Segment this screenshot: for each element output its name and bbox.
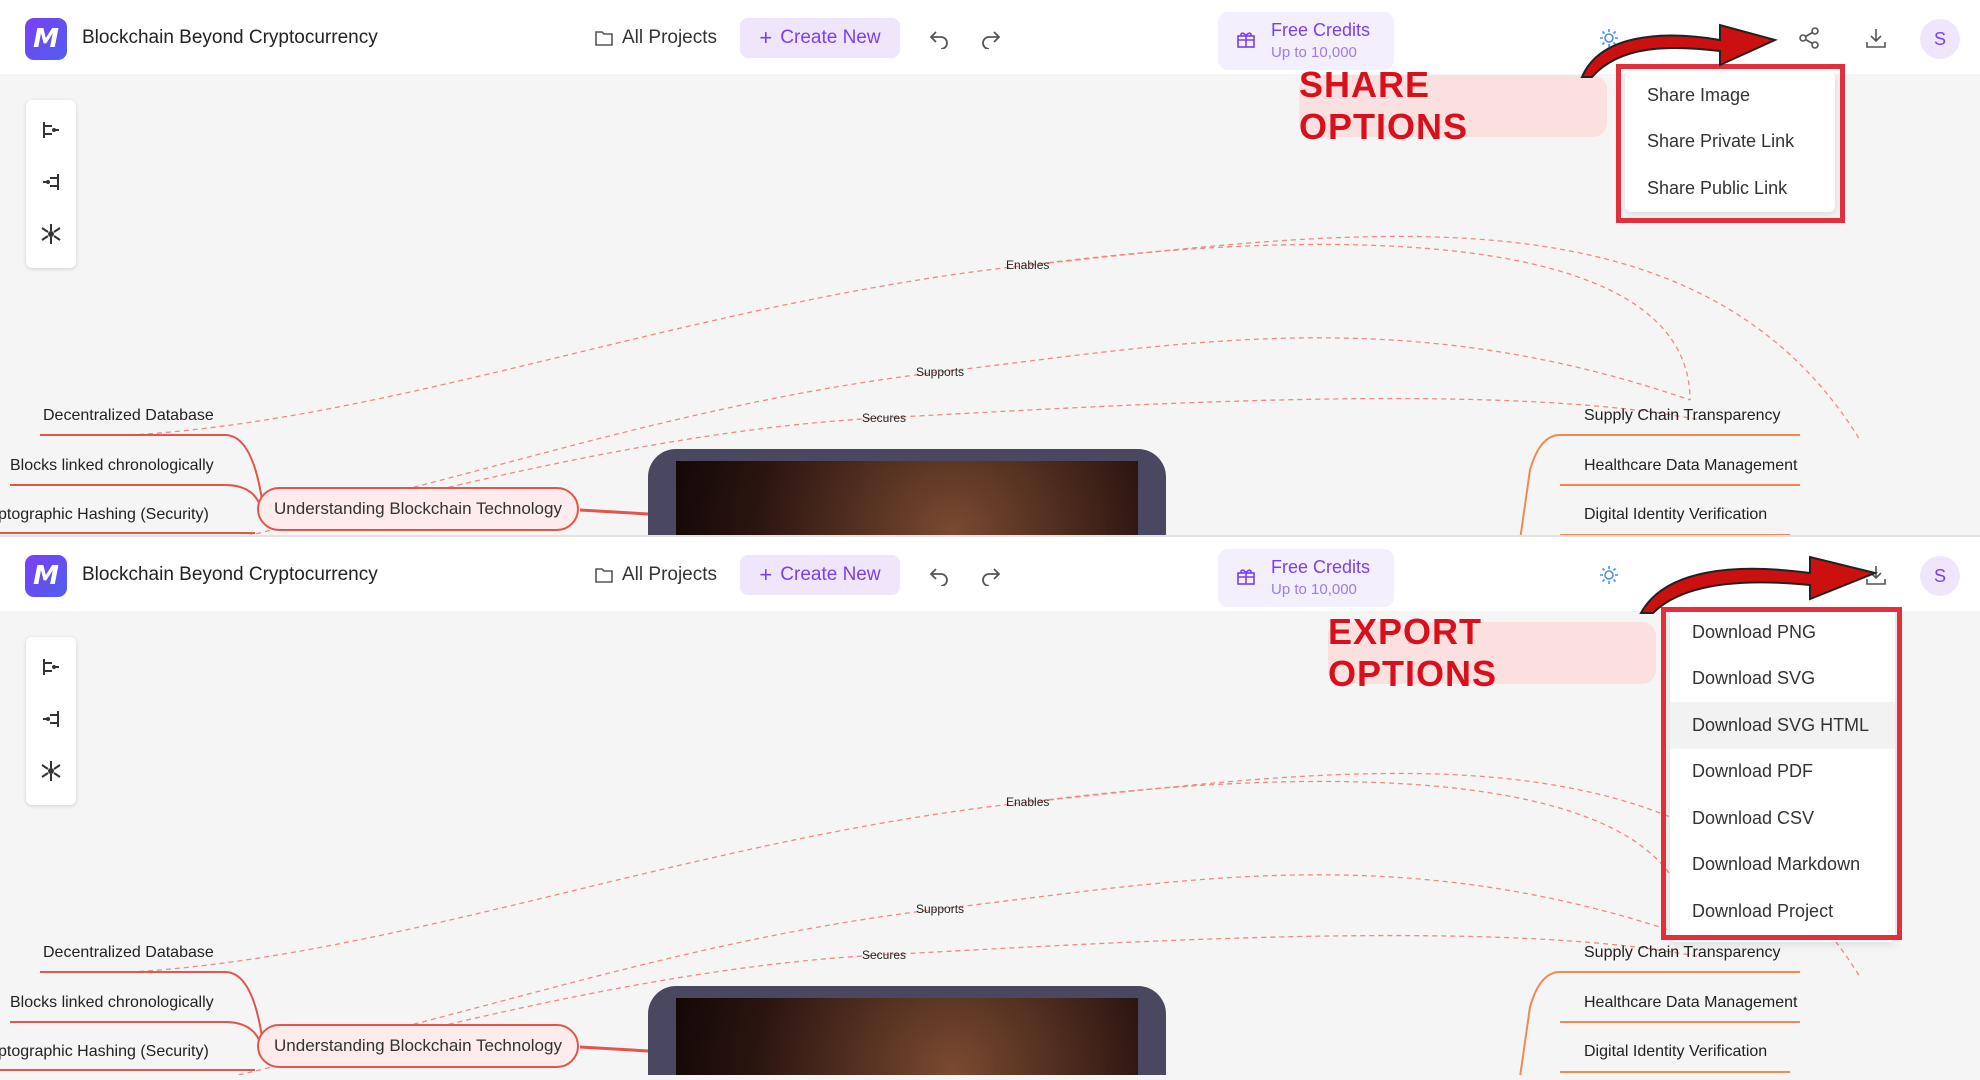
folder-icon [595, 31, 613, 46]
share-arrow-icon [1580, 23, 1778, 78]
download-icon [1866, 29, 1886, 48]
all-projects-label-2: All Projects [622, 564, 718, 585]
undo-icon [929, 568, 948, 586]
free-credits-button[interactable]: Free Credits Up to 10,000 [1218, 12, 1394, 70]
free-credits-label: Free Credits [1271, 20, 1371, 40]
edge-label-enables-2: Enables [1006, 795, 1049, 809]
theme-button-2[interactable] [1595, 561, 1623, 589]
central-node-2[interactable]: Understanding Blockchain Technology [257, 1024, 579, 1068]
all-projects-button-2[interactable]: All Projects [594, 564, 717, 586]
node-cryptographic-hashing[interactable]: ptographic Hashing (Security) [0, 506, 209, 523]
user-avatar[interactable]: S [1920, 19, 1960, 59]
free-credits-button-2[interactable]: Free Credits Up to 10,000 [1218, 549, 1394, 607]
central-image-card [648, 449, 1166, 540]
layout-left-icon[interactable] [39, 170, 63, 194]
credits-sub-label: Up to 10,000 [1271, 44, 1357, 61]
node-digital-identity-2[interactable]: Digital Identity Verification [1584, 1043, 1767, 1060]
edge-supply [1029, 243, 1691, 401]
create-new-button-2[interactable]: + Create New [740, 555, 900, 595]
redo-button[interactable] [977, 24, 1005, 52]
bitcoin-photo [676, 461, 1138, 540]
project-title-2[interactable]: Blockchain Beyond Cryptocurrency [82, 564, 378, 586]
share-icon [1799, 27, 1819, 49]
plus-icon: + [759, 562, 773, 587]
undo-button-2[interactable] [925, 561, 953, 589]
gift-icon [1237, 569, 1255, 585]
app-logo-2[interactable]: M [25, 555, 67, 597]
share-screenshot-pane: Enables Supports Secures Decentralized D… [0, 0, 1980, 540]
bitcoin-photo-2 [676, 998, 1138, 1075]
plus-icon: + [759, 25, 773, 50]
edge-label-enables: Enables [1006, 258, 1049, 272]
node-supply-chain-2[interactable]: Supply Chain Transparency [1584, 944, 1781, 961]
layout-radial-icon[interactable] [39, 222, 63, 246]
share-highlight-box [1616, 64, 1845, 223]
layout-tool-panel [26, 100, 76, 268]
export-options-callout: EXPORT OPTIONS [1328, 611, 1656, 694]
node-healthcare-data[interactable]: Healthcare Data Management [1584, 457, 1798, 474]
node-blocks-linked-2[interactable]: Blocks linked chronologically [10, 994, 214, 1011]
share-options-callout: SHARE OPTIONS [1299, 64, 1607, 147]
layout-right-icon[interactable] [39, 655, 63, 679]
undo-button[interactable] [925, 24, 953, 52]
all-projects-label: All Projects [622, 27, 718, 48]
node-decentralized-database-2[interactable]: Decentralized Database [43, 944, 214, 961]
redo-button-2[interactable] [977, 561, 1005, 589]
edge-label-secures: Secures [862, 411, 906, 425]
node-healthcare-data-2[interactable]: Healthcare Data Management [1584, 994, 1798, 1011]
redo-icon [982, 568, 1001, 586]
node-decentralized-database[interactable]: Decentralized Database [43, 407, 214, 424]
folder-icon [595, 568, 613, 583]
user-avatar-2[interactable]: S [1920, 556, 1960, 596]
node-blocks-linked[interactable]: Blocks linked chronologically [10, 457, 214, 474]
layout-tool-panel-2 [26, 637, 76, 805]
share-button[interactable] [1795, 24, 1823, 52]
layout-left-icon[interactable] [39, 707, 63, 731]
node-cryptographic-hashing-2[interactable]: ptographic Hashing (Security) [0, 1043, 209, 1060]
create-new-label-2: Create New [780, 564, 881, 585]
central-node[interactable]: Understanding Blockchain Technology [257, 487, 579, 531]
layout-right-icon[interactable] [39, 118, 63, 142]
create-new-label: Create New [780, 27, 881, 48]
node-digital-identity[interactable]: Digital Identity Verification [1584, 506, 1767, 523]
gift-icon [1237, 32, 1255, 48]
credits-sub-label-2: Up to 10,000 [1271, 581, 1357, 598]
node-supply-chain[interactable]: Supply Chain Transparency [1584, 407, 1781, 424]
edge-label-supports: Supports [916, 365, 964, 379]
export-highlight-box [1661, 607, 1902, 940]
project-title[interactable]: Blockchain Beyond Cryptocurrency [82, 27, 378, 49]
free-credits-label-2: Free Credits [1271, 557, 1371, 577]
sun-icon [1600, 566, 1618, 584]
edge-label-supports-2: Supports [916, 902, 964, 916]
redo-icon [982, 31, 1001, 49]
app-logo[interactable]: M [25, 18, 67, 60]
create-new-button[interactable]: + Create New [740, 18, 900, 58]
central-image-card-2 [648, 986, 1166, 1075]
download-button[interactable] [1862, 24, 1890, 52]
undo-icon [929, 31, 948, 49]
export-screenshot-pane: Enables Supports Secures Decentralized D… [0, 535, 1980, 1075]
export-arrow-icon [1639, 555, 1879, 614]
layout-radial-icon[interactable] [39, 759, 63, 783]
all-projects-button[interactable]: All Projects [594, 27, 717, 49]
edge-label-secures-2: Secures [862, 948, 906, 962]
